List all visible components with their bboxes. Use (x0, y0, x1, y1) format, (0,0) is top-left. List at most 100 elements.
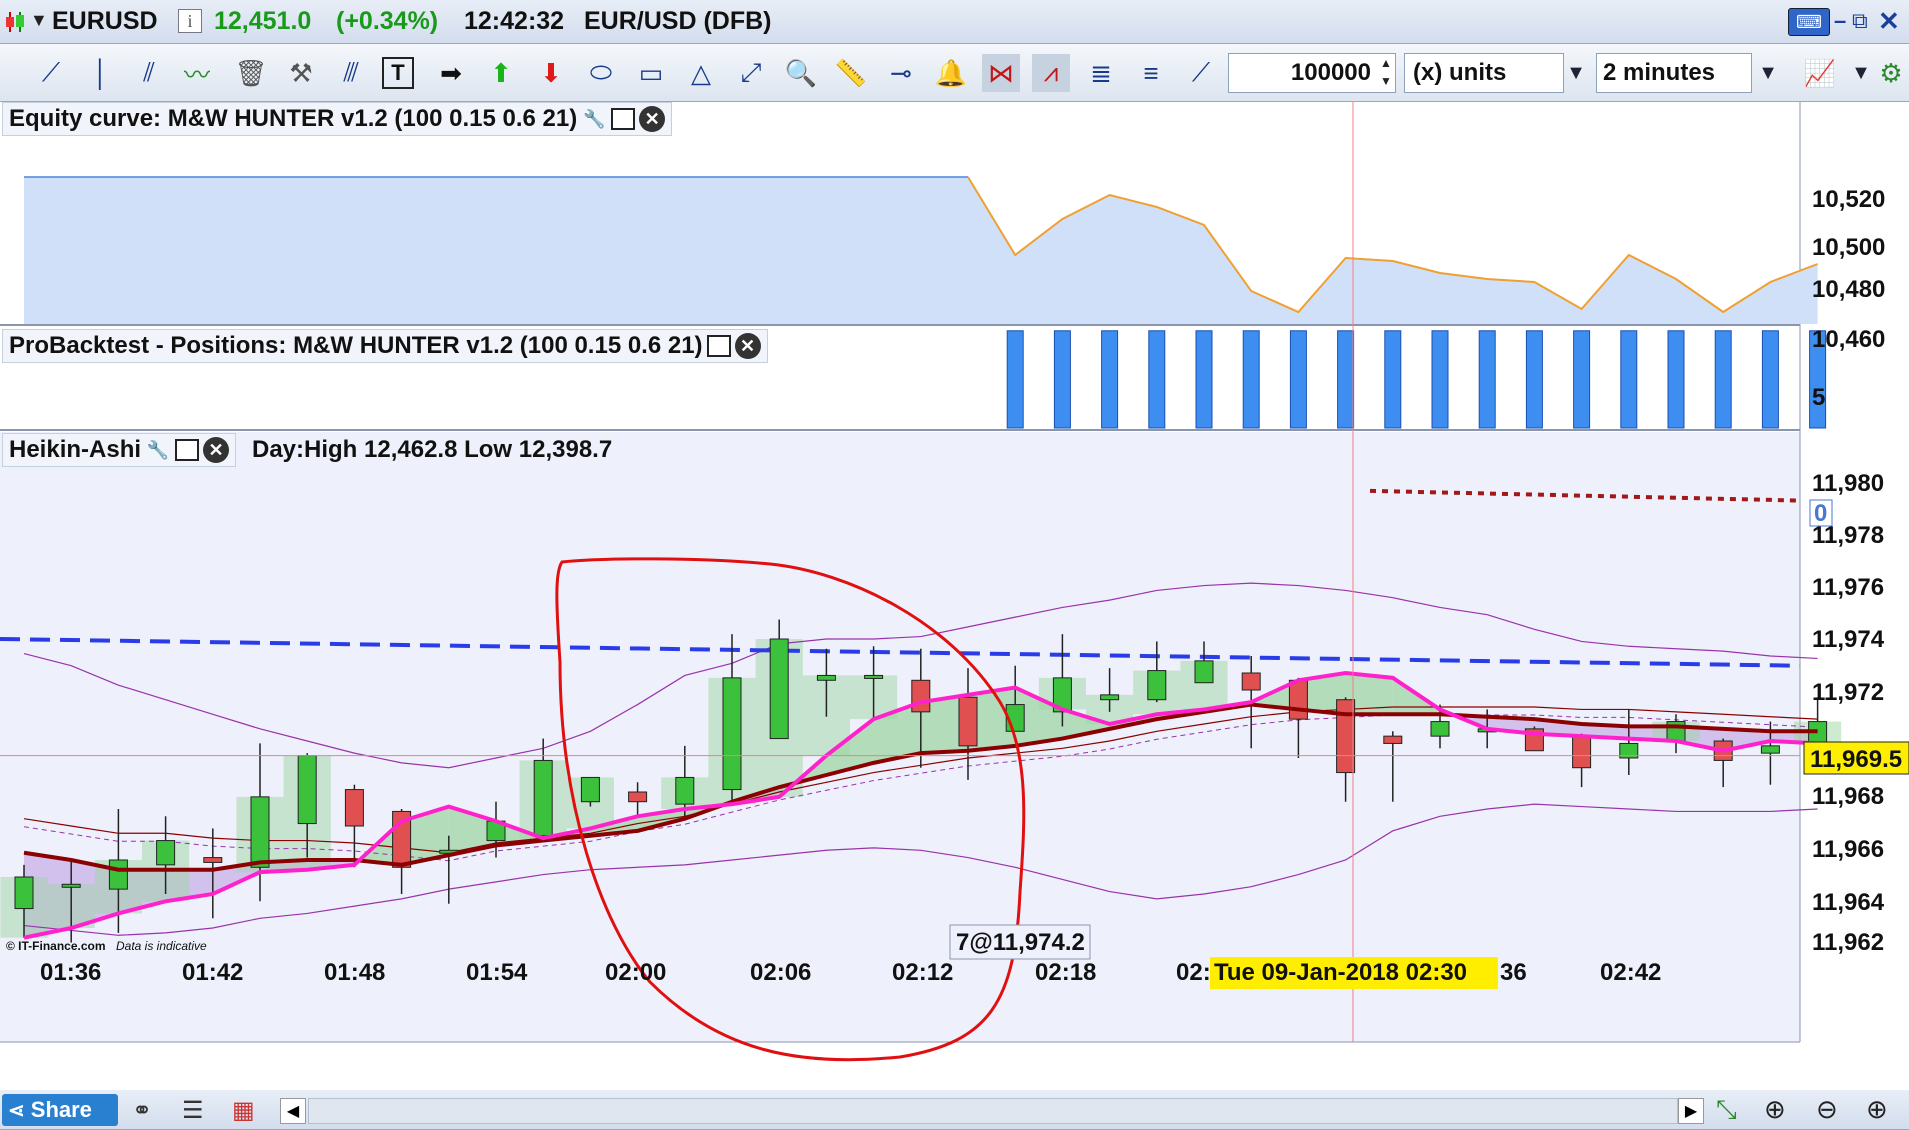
restore-icon[interactable]: ⧉ (1852, 8, 1868, 34)
sell-arrow-icon[interactable]: ⬇ (532, 54, 570, 92)
trash-icon[interactable]: 🗑 (232, 54, 270, 92)
trend-line-icon[interactable]: ⟋ (1182, 54, 1220, 92)
chart-canvas[interactable]: 10,520 10,500 10,480 10,460 5 0 11,980 1… (0, 102, 1909, 1090)
pattern-tool-2-icon[interactable]: ⩘ (1032, 54, 1070, 92)
position-bar (1714, 330, 1732, 429)
share-icon: ⋖ (8, 1099, 25, 1122)
position-bar (1667, 330, 1685, 429)
zoom-fit-icon[interactable]: ⊕ (1764, 1094, 1786, 1125)
position-label: 7@11,974.2 (956, 929, 1085, 956)
pattern-tool-1-icon[interactable]: ⋈ (982, 54, 1020, 92)
timeframe-select[interactable]: 2 minutes (1596, 53, 1752, 93)
magnifier-icon[interactable]: 🔍 (782, 54, 820, 92)
close-window-icon[interactable]: ✕ (1878, 6, 1900, 37)
quantity-value: 100000 (1290, 59, 1371, 86)
indicators-dropdown-icon[interactable]: ▼ (1850, 54, 1872, 92)
expand-tool-icon[interactable]: ⤢ (732, 54, 770, 92)
x-tick-0212: 02:12 (892, 959, 953, 986)
triangle-tool-icon[interactable]: △ (682, 54, 720, 92)
fibonacci-icon[interactable]: ≣ (1082, 54, 1120, 92)
text-tool-icon[interactable]: T (382, 57, 414, 89)
fan-tool-icon[interactable]: ⫽ (130, 54, 168, 92)
horizontal-line-icon[interactable]: ⊸ (882, 54, 920, 92)
share-label: Share (30, 1097, 92, 1122)
title-bar: ▼ EURUSD i 12,451.0 (+0.34%) 12:42:32 EU… (0, 0, 1909, 44)
close-pane-icon[interactable]: ✕ (639, 106, 666, 132)
candlestick-icon[interactable] (4, 10, 26, 34)
keyboard-icon[interactable]: ⌨ (1788, 8, 1830, 36)
rectangle-tool-icon[interactable]: ▭ (632, 54, 670, 92)
bull-candle (250, 796, 270, 868)
change-label: (+0.34%) (336, 7, 439, 35)
vertical-line-icon[interactable]: │ (82, 54, 120, 92)
fib-fan-icon[interactable]: ≡ (1132, 54, 1170, 92)
scroll-left-icon[interactable]: ◀ (280, 1098, 306, 1124)
x-tick-0136: 01:36 (40, 959, 101, 986)
horizontal-scrollbar[interactable] (308, 1098, 1678, 1124)
bear-candle (344, 789, 364, 827)
day-range-label: Day:High 12,462.8 Low 12,398.7 (252, 436, 613, 463)
position-bar (1195, 330, 1213, 429)
wrench-icon[interactable]: 🔧 (581, 106, 607, 132)
zigzag-icon[interactable]: 〰 (178, 54, 216, 92)
bear-candle (1383, 735, 1403, 744)
tools-icon[interactable]: ⚒ (282, 54, 320, 92)
x-tick-0142: 01:42 (182, 959, 243, 986)
wrench-icon[interactable]: 🔧 (145, 437, 171, 463)
bear-candle (1572, 735, 1592, 769)
position-bar (1620, 330, 1638, 429)
zoom-in-icon[interactable]: ⊕ (1866, 1094, 1888, 1125)
position-bar (1337, 330, 1355, 429)
maximize-pane-icon[interactable] (706, 335, 731, 357)
minimize-icon[interactable]: – (1834, 8, 1846, 34)
arrow-right-icon[interactable]: ➡ (432, 54, 470, 92)
scroll-right-icon[interactable]: ▶ (1678, 1098, 1704, 1124)
list-icon[interactable]: ☰ (182, 1096, 204, 1125)
positions-pane-title-text: ProBacktest - Positions: M&W HUNTER v1.2… (9, 332, 703, 359)
equity-pane-title: Equity curve: M&W HUNTER v1.2 (100 0.15 … (2, 102, 673, 136)
ruler-icon[interactable]: 📏 (832, 54, 870, 92)
auto-scale-icon[interactable]: ⤡ (1716, 1094, 1737, 1126)
bear-candle (1241, 672, 1261, 691)
equity-tick-10500: 10,500 (1812, 234, 1885, 261)
ellipse-tool-icon[interactable]: ⬭ (582, 54, 620, 92)
equity-tick-10480: 10,480 (1812, 276, 1885, 303)
close-pane-icon[interactable]: ✕ (203, 437, 230, 463)
line-tool-icon[interactable]: ⟋ (32, 54, 70, 92)
bull-candle (1760, 745, 1780, 754)
bull-candle (580, 776, 600, 803)
grid-icon[interactable]: ▦ (232, 1096, 255, 1125)
bull-candle (1430, 721, 1450, 737)
symbol-dropdown-icon[interactable]: ▼ (30, 10, 48, 31)
info-icon[interactable]: i (178, 9, 202, 33)
share-button[interactable]: ⋖ Share (2, 1094, 118, 1126)
price-label: 12,451.0 (214, 7, 312, 35)
units-dropdown-icon[interactable]: ▼ (1558, 54, 1594, 92)
x-tick-0242: 02:42 (1600, 959, 1661, 986)
x-tick-0154: 01:54 (466, 959, 528, 986)
bull-candle (769, 638, 789, 740)
buy-arrow-icon[interactable]: ⬆ (482, 54, 520, 92)
quantity-stepper[interactable]: ▲ ▼ (1380, 54, 1392, 90)
indicators-icon[interactable]: 📈 (1790, 54, 1850, 92)
position-bar (1478, 330, 1496, 429)
close-pane-icon[interactable]: ✕ (734, 333, 761, 359)
link-icon[interactable]: ⚭ (132, 1096, 152, 1125)
bull-candle (156, 840, 176, 866)
position-bar (1006, 330, 1024, 429)
units-select[interactable]: (x) units (1404, 53, 1564, 93)
bull-candle (14, 876, 34, 910)
quantity-input[interactable]: 100000 (1228, 53, 1396, 93)
x-tick-0236: 36 (1500, 959, 1527, 986)
settings-icon[interactable]: ⚙ (1874, 54, 1908, 92)
maximize-pane-icon[interactable] (175, 439, 200, 461)
symbol-label[interactable]: EURUSD (52, 7, 158, 36)
timeframe-dropdown-icon[interactable]: ▼ (1750, 54, 1786, 92)
channel-tool-icon[interactable]: ⫻ (332, 54, 370, 92)
maximize-pane-icon[interactable] (611, 108, 636, 130)
bear-candle (203, 857, 223, 863)
zoom-out-icon[interactable]: ⊖ (1816, 1094, 1838, 1125)
positions-pane-title: ProBacktest - Positions: M&W HUNTER v1.2… (2, 329, 768, 363)
alert-bell-icon[interactable]: 🔔 (932, 54, 970, 92)
data-disclaimer: Data is indicative (116, 939, 207, 953)
